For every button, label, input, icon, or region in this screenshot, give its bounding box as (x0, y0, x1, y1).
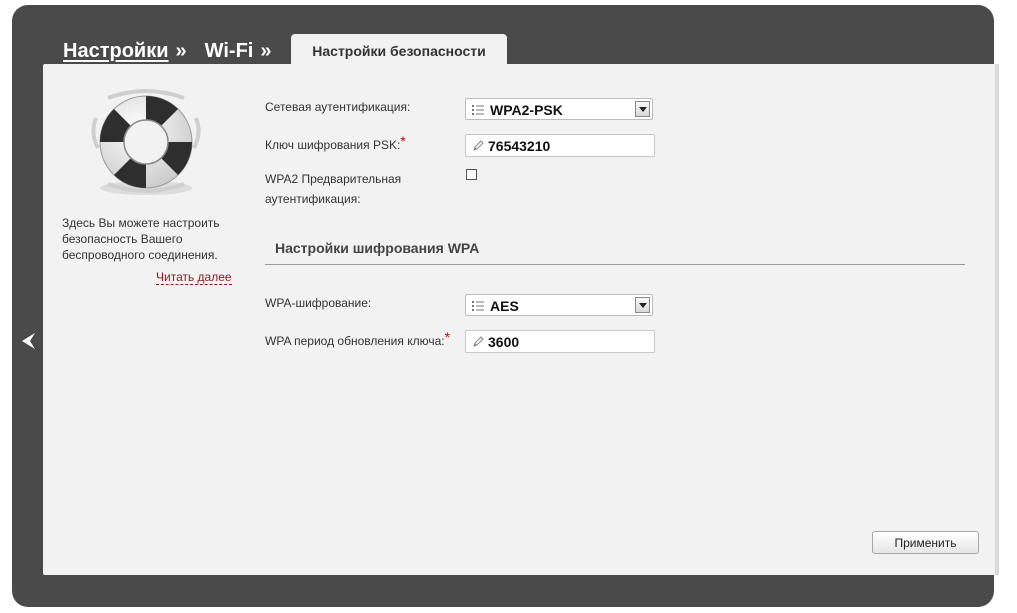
preauth-checkbox[interactable] (466, 169, 477, 180)
psk-label-text: Ключ шифрования PSK: (265, 138, 401, 152)
auth-label-text: Сетевая аутентификация: (265, 100, 411, 114)
breadcrumb: Настройки » Wi-Fi » (63, 38, 289, 64)
wpa-encryption-label-text: WPA-шифрование: (265, 296, 372, 310)
read-more-link[interactable]: Читать далее (156, 270, 232, 285)
key-update-label: WPA период обновления ключа:* (265, 329, 451, 351)
psk-label: Ключ шифрования PSK:* (265, 133, 406, 155)
wpa-section-title: Настройки шифрования WPA (275, 240, 480, 256)
apply-button[interactable]: Применить (872, 531, 979, 554)
key-update-label-text: WPA период обновления ключа: (265, 334, 445, 348)
list-icon (472, 301, 484, 311)
preauth-label-line2: аутентификация: (265, 192, 361, 206)
section-divider (265, 264, 965, 265)
list-icon (472, 105, 484, 115)
breadcrumb-settings-link[interactable]: Настройки (63, 40, 169, 63)
chevron-down-icon[interactable] (635, 101, 650, 117)
pencil-icon (473, 140, 484, 151)
psk-input-value: 76543210 (488, 138, 551, 154)
wpa-encryption-value: AES (490, 298, 519, 314)
required-mark: * (400, 133, 406, 149)
lifebuoy-icon (91, 89, 201, 195)
collapse-sidebar-arrow-icon[interactable] (20, 331, 38, 351)
auth-select-value: WPA2-PSK (490, 102, 563, 118)
auth-select[interactable]: WPA2-PSK (465, 98, 653, 120)
tab-security-settings[interactable]: Настройки безопасности (291, 34, 507, 65)
key-update-input-value: 3600 (488, 334, 520, 350)
info-description: Здесь Вы можете настроить безопасность В… (62, 216, 220, 262)
breadcrumb-separator: » (175, 39, 187, 62)
preauth-label: WPA2 Предварительная аутентификация: (265, 169, 401, 209)
key-update-input[interactable]: 3600 (465, 330, 655, 353)
breadcrumb-wifi-link[interactable]: Wi-Fi (205, 40, 254, 63)
preauth-label-line1: WPA2 Предварительная (265, 172, 402, 186)
pencil-icon (473, 336, 484, 347)
wpa-encryption-select[interactable]: AES (465, 294, 653, 316)
wpa-encryption-label: WPA-шифрование: (265, 293, 371, 313)
psk-input[interactable]: 76543210 (465, 134, 655, 157)
required-mark: * (444, 329, 451, 345)
breadcrumb-separator: » (260, 39, 272, 62)
chevron-down-icon[interactable] (635, 297, 650, 313)
auth-label: Сетевая аутентификация: (265, 97, 410, 117)
panel-edge (995, 64, 999, 575)
